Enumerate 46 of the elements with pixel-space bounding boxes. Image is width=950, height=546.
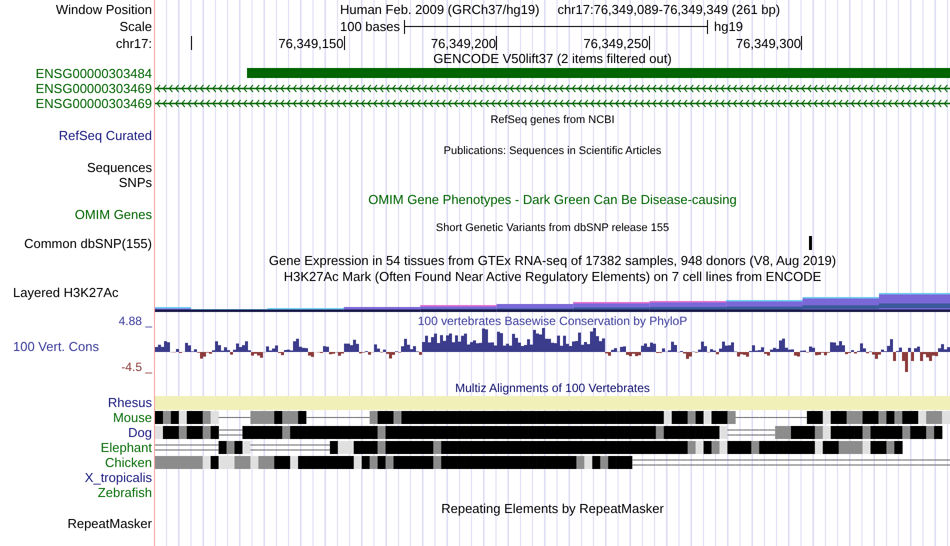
- axis-min-label: -4.5 _: [121, 360, 152, 375]
- track-title: Publications: Sequences in Scientific Articles: [444, 144, 662, 158]
- track-label: Common dbSNP(155): [24, 236, 152, 251]
- species-label: Rhesus: [108, 395, 152, 410]
- track-title: Short Genetic Variants from dbSNP release 155: [436, 221, 670, 236]
- track-label: 100 Vert. Cons: [13, 339, 99, 354]
- track-label: OMIM Genes: [74, 206, 152, 222]
- track-title: Gene Expression in 54 tissues from GTEx RNA-seq of 17382 samples, 948 donors (V8, Aug 2019): [268, 253, 836, 268]
- track-title: GENCODE V50lift37 (2 items filtered out): [433, 51, 672, 66]
- assembly-text: Human Feb. 2009 (GRCh37/hg19): [340, 2, 540, 16]
- track-title: RefSeq genes from NCBI: [490, 113, 615, 128]
- track-label: Layered H3K27Ac: [13, 285, 119, 300]
- gene-label: ENSG00000303484: [36, 66, 152, 80]
- gene-label: ENSG00000303469: [36, 96, 152, 111]
- gene-label: ENSG00000303469: [36, 80, 152, 96]
- axis-max-label: 4.88 _: [118, 314, 152, 329]
- ruler-label: 76,349,150: [278, 36, 344, 50]
- track-label: Sequences: [86, 160, 152, 175]
- track-title: Multiz Alignments of 100 Vertebrates: [455, 381, 650, 396]
- snp-marker: [809, 236, 812, 250]
- track-label: Scale: [119, 19, 152, 34]
- track-title: Repeating Elements by RepeatMasker: [441, 501, 664, 516]
- ruler-tick: [648, 36, 650, 50]
- ruler-label: 76,349,300: [736, 36, 801, 50]
- ruler-label: 76,349,250: [583, 36, 648, 50]
- species-label: Zebrafish: [98, 485, 152, 500]
- track-title: H3K27Ac Mark (Often Found Near Active Regulatory Elements) on 7 cell lines from ENCODE: [284, 268, 822, 284]
- ruler-tick: [191, 36, 192, 50]
- track-title: 100 vertebrates Basewise Conservation by PhyloP: [418, 314, 688, 329]
- species-label: Mouse: [112, 410, 152, 425]
- track-label: RepeatMasker: [67, 516, 152, 531]
- track-label: Window Position: [56, 2, 152, 16]
- species-label: Chicken: [105, 455, 152, 470]
- ruler-label: 76,349,200: [430, 36, 496, 50]
- species-label: X_tropicalis: [84, 470, 152, 485]
- track-label: chr17:: [116, 36, 152, 50]
- species-label: Dog: [128, 425, 152, 440]
- species-label: Elephant: [100, 440, 152, 455]
- track-title: OMIM Gene Phenotypes - Dark Green Can Be Disease-causing: [368, 192, 737, 207]
- scale-length-text: 100 bases: [340, 19, 400, 34]
- position-text: chr17:76,349,089-76,349,349 (261 bp): [557, 2, 780, 16]
- track-label: RefSeq Curated: [58, 128, 152, 142]
- ruler-tick: [496, 36, 497, 50]
- assembly-text: hg19: [714, 19, 743, 34]
- track-label: SNPs: [118, 175, 152, 190]
- ruler-tick: [801, 36, 802, 50]
